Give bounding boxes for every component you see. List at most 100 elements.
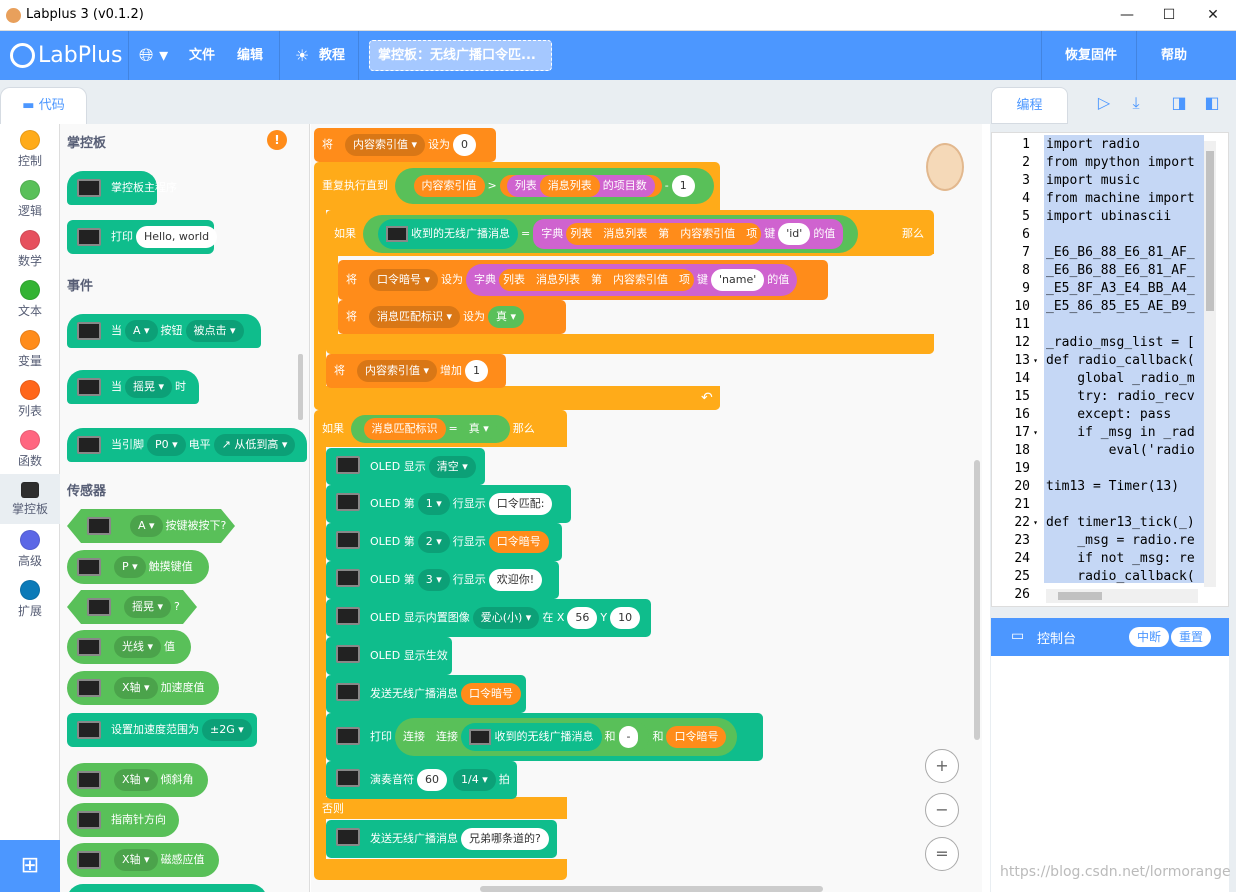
workspace-vscroll[interactable] [974, 460, 980, 740]
code-line[interactable]: from mpython import [1046, 154, 1195, 172]
block-when-button[interactable]: 当A ▾ 按钮 被点击 ▾ [67, 314, 261, 348]
block-board-main[interactable]: 掌控板主程序 [67, 171, 177, 205]
layout-icon[interactable]: ◨ [1166, 90, 1192, 116]
block-when-shake[interactable]: 当摇晃 ▾ 时 [67, 370, 199, 404]
code-line[interactable]: def timer13_tick(_) [1046, 514, 1195, 532]
flyout-scrollbar[interactable] [298, 354, 303, 420]
add-extension-button[interactable]: ⊞ [0, 840, 60, 892]
menu-edit[interactable]: 编辑 [237, 31, 263, 80]
code-line[interactable]: import radio [1046, 136, 1140, 154]
category-logic[interactable]: 逻辑 [0, 174, 60, 224]
block-oled-line2[interactable]: OLED 第2 ▾ 行显示 口令暗号 [326, 523, 562, 561]
block-accel-value[interactable]: X轴 ▾ 加速度值 [67, 671, 219, 705]
code-line[interactable]: import ubinascii [1046, 208, 1171, 226]
globe-icon[interactable]: 🌐︎ ▾ [139, 31, 168, 80]
code-line[interactable]: import music [1046, 172, 1140, 190]
editor-vscroll[interactable] [1204, 141, 1216, 587]
block-set-index[interactable]: 将内容索引值 ▾ 设为 0 [314, 128, 496, 162]
menu-tutorial[interactable]: 教程 [319, 31, 345, 80]
close-button[interactable]: ✕ [1190, 0, 1236, 31]
code-line[interactable]: _E5_8F_A3_E4_BB_A4_ [1046, 280, 1195, 298]
block-increment-index[interactable]: 将内容索引值 ▾ 增加 1 [326, 354, 506, 388]
flag-eq-true[interactable]: 消息匹配标识 = 真 ▾ [350, 415, 510, 443]
category-variables[interactable]: 变量 [0, 324, 60, 374]
list-count[interactable]: 列表 消息列表 的项目数 [506, 175, 655, 197]
block-play-note[interactable]: 演奏音符 60 1/4 ▾ 拍 [326, 761, 517, 799]
code-line[interactable]: def radio_callback( [1046, 352, 1195, 370]
block-set-flag[interactable]: 将消息匹配标识 ▾ 设为真 ▾ [338, 300, 566, 334]
zoom-reset-button[interactable]: = [925, 837, 959, 871]
category-lists[interactable]: 列表 [0, 374, 60, 424]
zoom-in-button[interactable]: + [925, 749, 959, 783]
fold-icon[interactable]: ▾ [1030, 352, 1038, 370]
block-print[interactable]: 打印 Hello, world [67, 220, 218, 254]
block-oled-clear[interactable]: OLED 显示 清空 ▾ [326, 448, 485, 485]
category-advanced[interactable]: 高级 [0, 524, 60, 574]
code-line[interactable]: tim13 = Timer(13) [1046, 478, 1179, 496]
block-set-cmd[interactable]: 将口令暗号 ▾ 设为 字典 列表 消息列表第内容索引值项键'name' 的值 [338, 260, 828, 300]
tab-code[interactable]: ▬ 代码 [0, 87, 87, 124]
block-when-pin[interactable]: 当引脚 P0 ▾ 电平 ↗ 从低到高 ▾ [67, 428, 307, 462]
fold-icon[interactable]: ▾ [1030, 514, 1038, 532]
block-oled-line3[interactable]: OLED 第3 ▾ 行显示 欢迎你! [326, 561, 559, 599]
code-line[interactable]: eval('radio [1046, 442, 1195, 460]
fold-icon[interactable]: ▾ [1030, 424, 1038, 442]
download-icon[interactable]: ⤓ [1123, 90, 1149, 116]
code-line[interactable]: if _msg in _rad [1046, 424, 1194, 442]
category-math[interactable]: 数学 [0, 224, 60, 274]
code-line[interactable]: _radio_msg_list = [ [1046, 334, 1195, 352]
split-icon[interactable]: ◧ [1199, 90, 1225, 116]
block-compass-heading[interactable]: 指南针方向 [67, 803, 179, 837]
code-workspace[interactable]: 将内容索引值 ▾ 设为 0 重复执行直到 内容索引值 > 列表 消息列表 的项目数 -1 ↶ … [311, 124, 982, 892]
minimize-button[interactable]: — [1104, 0, 1150, 31]
block-oled-line1[interactable]: OLED 第1 ▾ 行显示 口令匹配: [326, 485, 571, 523]
category-functions[interactable]: 函数 [0, 424, 60, 474]
block-oled-image[interactable]: OLED 显示内置图像 爱心(小) ▾ 在 X 56 Y 10 [326, 599, 651, 637]
maximize-button[interactable]: ☐ [1146, 0, 1192, 31]
code-line[interactable]: if not _msg: re [1046, 550, 1194, 568]
interrupt-button[interactable]: 中断 [1129, 627, 1170, 647]
block-is-shaken[interactable]: 摇晃 ▾? [67, 590, 197, 624]
category-text[interactable]: 文本 [0, 274, 60, 324]
category-control[interactable]: 控制 [0, 124, 60, 174]
code-editor[interactable]: 1 import radio 2 from mpython import 3 import… [991, 132, 1229, 607]
block-set-accel-range[interactable]: 设置加速度范围为 ±2G ▾ [67, 713, 257, 747]
zoom-out-button[interactable]: − [925, 793, 959, 827]
code-line[interactable]: try: radio_recv [1046, 388, 1194, 406]
menu-restore-firmware[interactable]: 恢复固件 [1065, 31, 1117, 80]
code-line[interactable]: _E6_B6_88_E6_81_AF_ [1046, 244, 1195, 262]
dict-get[interactable]: 字典 列表 消息列表第内容索引值项键'id' 的值 [533, 219, 844, 249]
code-line[interactable]: _msg = radio.re [1046, 532, 1194, 550]
block-touch-value[interactable]: P ▾ 触摸键值 [67, 550, 209, 584]
reset-button[interactable]: 重置 [1171, 627, 1212, 647]
warning-icon[interactable]: ! [267, 130, 287, 150]
category-board[interactable]: 掌控板 [0, 474, 60, 524]
labplus-logo[interactable] [10, 43, 35, 68]
compare-eq[interactable]: 收到的无线广播消息 = 字典 列表 消息列表第内容索引值项键'id' 的值 [362, 215, 859, 253]
compare-gt[interactable]: 内容索引值 > 列表 消息列表 的项目数 -1 [394, 168, 714, 204]
menu-file[interactable]: 文件 [189, 31, 215, 80]
menu-help[interactable]: 帮助 [1161, 31, 1187, 80]
block-button-pressed[interactable]: A ▾ 按键被按下? [67, 509, 235, 543]
block-partial[interactable] [67, 884, 267, 892]
block-send-broadcast[interactable]: 发送无线广播消息 口令暗号 [326, 675, 526, 713]
editor-hscroll[interactable] [1046, 589, 1198, 603]
play-icon[interactable]: ▷ [1091, 90, 1117, 116]
block-tilt-angle[interactable]: X轴 ▾ 倾斜角 [67, 763, 208, 797]
code-line[interactable]: _E5_86_85_E5_AE_B9_ [1046, 298, 1195, 316]
console-panel[interactable] [991, 618, 1229, 892]
code-line[interactable]: except: pass [1046, 406, 1171, 424]
block-magnetic-value[interactable]: X轴 ▾ 磁感应值 [67, 843, 219, 877]
code-line[interactable]: global _radio_m [1046, 370, 1194, 388]
code-line[interactable]: radio_callback( [1046, 568, 1194, 586]
block-print-join[interactable]: 打印 连接 连接 收到的无线广播消息和 - 和口令暗号 [326, 713, 763, 761]
code-line[interactable]: from machine import [1046, 190, 1195, 208]
block-oled-apply[interactable]: OLED 显示生效 [326, 637, 452, 675]
code-line[interactable]: _E6_B6_88_E6_81_AF_ [1046, 262, 1195, 280]
workspace-hscroll[interactable] [480, 886, 823, 892]
tab-programming[interactable]: 编程 [991, 87, 1068, 124]
category-extensions[interactable]: 扩展 [0, 574, 60, 624]
block-send-broadcast-2[interactable]: 发送无线广播消息 兄弟哪条道的? [326, 820, 557, 858]
block-light-value[interactable]: 光线 ▾ 值 [67, 630, 191, 664]
project-title-input[interactable]: 掌控板：无线广播口令匹... [369, 40, 552, 71]
